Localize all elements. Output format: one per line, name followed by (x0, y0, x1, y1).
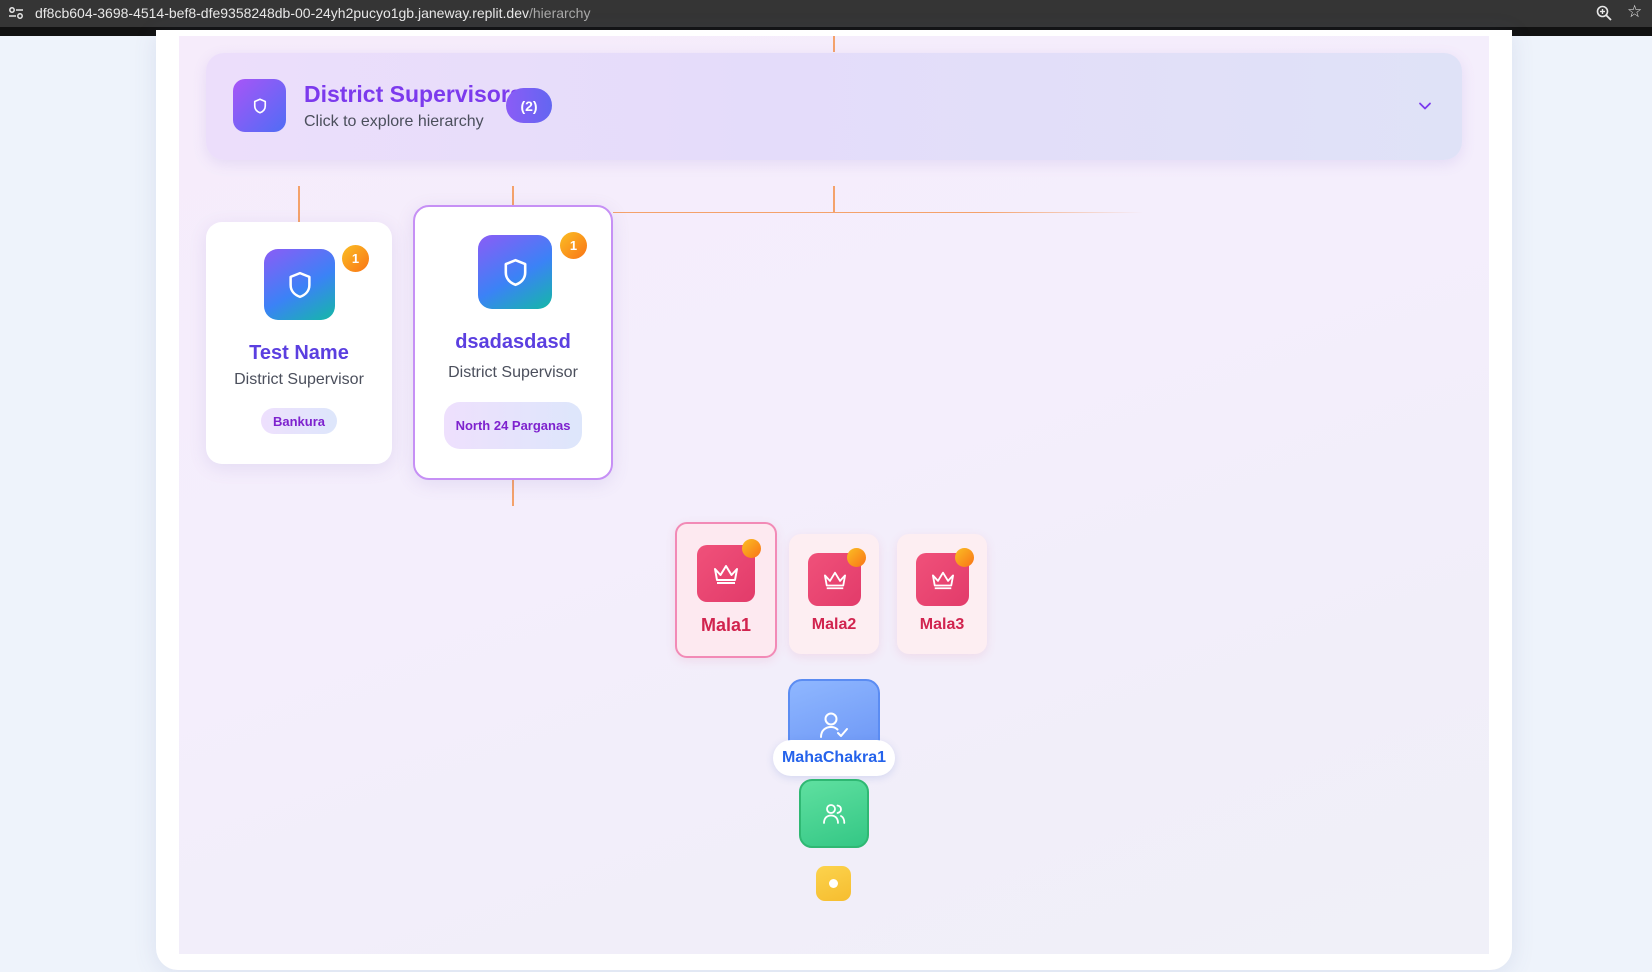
supervisor-role: District Supervisor (448, 364, 578, 381)
shield-icon (233, 79, 286, 132)
mala-name: Mala3 (919, 616, 965, 633)
mala-card-selected[interactable]: Mala1 (675, 522, 777, 658)
section-subtitle: Click to explore hierarchy (304, 113, 484, 130)
chevron-down-icon[interactable] (1418, 99, 1432, 113)
count-badge: 1 (342, 245, 369, 272)
connector-supervisor-2 (512, 186, 514, 205)
site-settings-icon[interactable] (8, 6, 24, 20)
shield-icon (264, 249, 335, 320)
users-icon (823, 803, 846, 824)
supervisor-name: Test Name (249, 342, 349, 364)
status-dot (955, 548, 974, 567)
shield-icon (478, 235, 552, 309)
location-tag: North 24 Parganas (444, 402, 582, 449)
mahachakra-label[interactable]: MahaChakra1 (773, 740, 895, 776)
zoom-icon[interactable] (1596, 5, 1612, 21)
user-check-icon (820, 712, 848, 738)
section-title: District Supervisors (304, 81, 523, 107)
mala-name: Mala2 (811, 616, 857, 633)
url-path: /hierarchy (529, 5, 591, 21)
status-dot (742, 539, 761, 558)
bookmark-star-icon[interactable]: ☆ (1627, 3, 1642, 21)
browser-address-bar[interactable]: df8cb604-3698-4514-bef8-dfe9358248db-00-… (0, 0, 1652, 27)
supervisor-name: dsadasdasd (455, 331, 571, 353)
connector-supervisor-2-down (512, 480, 514, 506)
location-tag: Bankura (261, 408, 337, 434)
leaf-node[interactable] (816, 866, 851, 901)
mala-card[interactable]: Mala3 (897, 534, 987, 654)
url-host: df8cb604-3698-4514-bef8-dfe9358248db-00-… (35, 5, 529, 21)
count-badge: 1 (560, 232, 587, 259)
section-count-badge: (2) (506, 88, 552, 123)
status-dot (847, 548, 866, 567)
connector-supervisor-1 (298, 186, 300, 222)
connector-horizontal (613, 212, 1143, 213)
connector-center (833, 186, 835, 212)
dot-icon (829, 879, 838, 888)
connector-top (833, 36, 835, 52)
supervisor-card[interactable]: 1 Test Name District Supervisor Bankura (206, 222, 392, 464)
supervisor-role: District Supervisor (234, 371, 364, 388)
group-node[interactable] (799, 779, 869, 848)
url-text[interactable]: df8cb604-3698-4514-bef8-dfe9358248db-00-… (35, 5, 590, 21)
supervisor-card-selected[interactable]: 1 dsadasdasd District Supervisor North 2… (413, 205, 613, 480)
mala-name: Mala1 (700, 615, 752, 635)
mala-card[interactable]: Mala2 (789, 534, 879, 654)
district-supervisors-section[interactable]: District Supervisors (2) Click to explor… (206, 53, 1462, 160)
